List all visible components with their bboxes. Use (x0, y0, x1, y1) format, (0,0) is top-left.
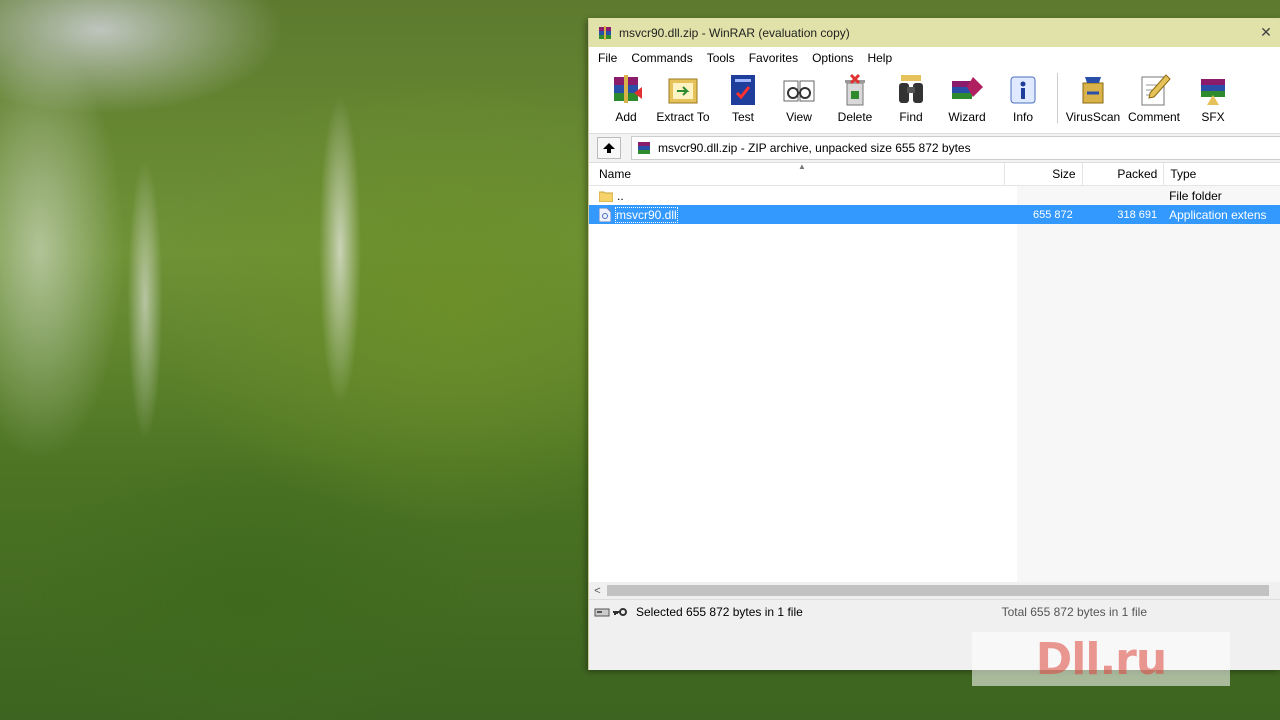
drive-icon[interactable] (594, 606, 610, 618)
winrar-icon (599, 25, 611, 40)
address-text: msvcr90.dll.zip - ZIP archive, unpacked … (658, 141, 971, 155)
file-list: ▲ Name Size Packed Type .. File folder m… (589, 163, 1280, 600)
file-row-msvcr90[interactable]: msvcr90.dll 655 872 318 691 Application … (589, 205, 1280, 224)
virusscan-button[interactable]: VirusScan (1065, 71, 1121, 124)
window-title: msvcr90.dll.zip - WinRAR (evaluation cop… (619, 25, 850, 40)
winrar-window: msvcr90.dll.zip - WinRAR (evaluation cop… (588, 18, 1280, 670)
find-button[interactable]: Find (885, 71, 937, 124)
toolbar: Add Extract To Test View Delete Find Wiz… (589, 68, 1280, 134)
delete-icon (845, 73, 865, 106)
menu-file[interactable]: File (591, 51, 624, 65)
delete-label: Delete (837, 110, 873, 124)
address-field[interactable]: msvcr90.dll.zip - ZIP archive, unpacked … (631, 136, 1280, 160)
virusscan-icon (1082, 77, 1104, 104)
extract-to-label: Extract To (656, 110, 710, 124)
wizard-icon (952, 77, 983, 99)
scroll-left-icon[interactable]: < (589, 585, 606, 597)
menu-commands[interactable]: Commands (624, 51, 699, 65)
comment-label: Comment (1127, 110, 1180, 124)
extract-to-button[interactable]: Extract To (653, 71, 713, 124)
delete-button[interactable]: Delete (829, 71, 881, 124)
status-bar: Selected 655 872 bytes in 1 file Total 6… (589, 600, 1280, 624)
up-one-level-button[interactable] (597, 137, 621, 159)
file-packed: 318 691 (1117, 208, 1158, 221)
view-button[interactable]: View (773, 71, 825, 124)
column-header: ▲ Name Size Packed Type (589, 163, 1280, 186)
info-button[interactable]: Info (997, 71, 1049, 124)
column-name[interactable]: Name (589, 163, 1005, 185)
close-icon[interactable]: ✕ (1251, 24, 1280, 41)
key-icon[interactable] (612, 606, 628, 618)
view-icon (783, 80, 815, 102)
add-label: Add (615, 110, 637, 124)
column-packed[interactable]: Packed (1083, 163, 1165, 185)
file-name: msvcr90.dll (615, 206, 678, 223)
find-icon (899, 75, 923, 103)
info-label: Info (1012, 110, 1033, 124)
wizard-button[interactable]: Wizard (941, 71, 993, 124)
file-type: File folder (1169, 188, 1222, 203)
sfx-label: SFX (1201, 110, 1225, 124)
extract-to-icon (668, 78, 698, 104)
file-name: .. (617, 188, 624, 203)
find-label: Find (899, 110, 923, 124)
toolbar-separator (1057, 73, 1058, 123)
info-icon (1010, 76, 1036, 104)
comment-icon (1141, 74, 1171, 106)
menu-favorites[interactable]: Favorites (742, 51, 805, 65)
file-type: Application extens (1169, 207, 1267, 222)
virusscan-label: VirusScan (1065, 110, 1121, 124)
test-button[interactable]: Test (717, 71, 769, 124)
sfx-button[interactable]: SFX (1187, 71, 1239, 124)
view-label: View (786, 110, 812, 124)
zip-archive-icon (638, 142, 650, 154)
add-archive-icon (614, 75, 642, 103)
file-size: 655 872 (1032, 208, 1073, 221)
menu-options[interactable]: Options (805, 51, 860, 65)
menu-help[interactable]: Help (860, 51, 899, 65)
column-size[interactable]: Size (1005, 163, 1083, 185)
menu-bar: File Commands Tools Favorites Options He… (589, 47, 1280, 68)
comment-button[interactable]: Comment (1125, 71, 1183, 124)
address-bar: msvcr90.dll.zip - ZIP archive, unpacked … (589, 134, 1280, 163)
menu-tools[interactable]: Tools (700, 51, 742, 65)
up-arrow-icon (603, 143, 615, 153)
scrollbar-thumb[interactable] (607, 585, 1269, 596)
sort-arrow-icon: ▲ (798, 163, 806, 171)
test-label: Test (731, 110, 754, 124)
add-button[interactable]: Add (603, 71, 649, 124)
wizard-label: Wizard (948, 110, 986, 124)
title-bar[interactable]: msvcr90.dll.zip - WinRAR (evaluation cop… (589, 18, 1280, 47)
test-icon (731, 75, 755, 105)
status-selected: Selected 655 872 bytes in 1 file (636, 605, 803, 619)
sfx-icon (1201, 79, 1225, 105)
horizontal-scrollbar[interactable]: < (589, 582, 1280, 599)
column-shade (1017, 185, 1280, 599)
folder-icon (599, 191, 613, 202)
status-total: Total 655 872 bytes in 1 file (1001, 605, 1147, 619)
dll-file-icon (599, 207, 611, 222)
column-type[interactable]: Type (1164, 163, 1280, 185)
watermark-logo: Dll.ru (972, 632, 1230, 686)
file-row-parent[interactable]: .. File folder (589, 186, 1280, 205)
